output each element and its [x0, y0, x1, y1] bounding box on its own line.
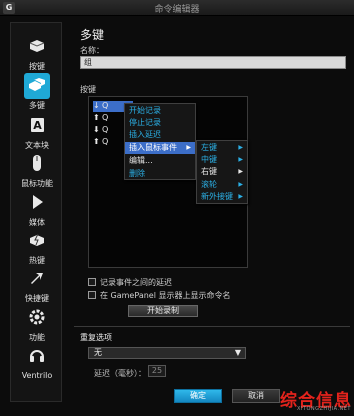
key-up-icon: ⬆	[93, 113, 100, 122]
repeat-options-label: 重复选项	[80, 333, 112, 342]
name-label: 名称：	[80, 46, 104, 55]
submenu-arrow-icon: ▶	[238, 144, 243, 151]
sidebar-item-label: 功能	[29, 333, 45, 342]
keys-label: 按键	[80, 85, 96, 94]
menu-item-insert-mouse-event[interactable]: 插入鼠标事件 ▶	[125, 142, 195, 154]
show-on-gamepanel-option[interactable]: 在 GamePanel 显示器上显示命令名	[88, 290, 230, 302]
sidebar-item-keystroke[interactable]: 按键	[11, 33, 63, 71]
key-label: Q	[102, 125, 109, 134]
checkbox-label: 记录事件之间的延迟	[100, 278, 172, 287]
menu-item-edit[interactable]: 编辑...	[125, 155, 195, 167]
sidebar-item-text-block[interactable]: A 文本块	[11, 112, 63, 150]
mouse-event-submenu: 左键 ▶ 中键 ▶ 右键 ▶ 滚轮 ▶ 新外接键 ▶	[196, 140, 248, 204]
menu-item-start-record[interactable]: 开始记录	[125, 105, 195, 117]
repeat-select[interactable]: 无 ▼	[88, 347, 246, 359]
key-up-icon: ⬆	[93, 137, 100, 146]
sidebar-item-label: Ventrilo	[21, 371, 53, 380]
repeat-select-value: 无	[94, 348, 102, 357]
key-down-icon: ↓	[93, 101, 100, 110]
start-recording-button[interactable]: 开始录制	[128, 305, 198, 317]
multikey-icon	[24, 73, 50, 99]
menu-item-label: 插入鼠标事件	[129, 143, 177, 152]
sidebar-item-hotkey[interactable]: 热键	[11, 227, 63, 265]
menu-item-label: 左键	[201, 143, 217, 152]
sidebar-item-shortcut[interactable]: 快捷键	[11, 265, 63, 303]
submenu-item-right[interactable]: 右键 ▶	[197, 166, 247, 178]
delay-field[interactable]: 25	[148, 365, 166, 377]
submenu-arrow-icon: ▶	[238, 193, 243, 200]
play-icon	[24, 190, 50, 216]
submenu-arrow-icon: ▶	[238, 181, 243, 188]
submenu-item-middle[interactable]: 中键 ▶	[197, 154, 247, 166]
sidebar-item-multikey[interactable]: 多键	[11, 72, 63, 110]
sidebar-item-label: 多键	[29, 101, 45, 110]
menu-item-stop-record[interactable]: 停止记录	[125, 117, 195, 129]
mouse-icon	[24, 151, 50, 177]
submenu-arrow-icon: ▶	[238, 168, 243, 175]
submenu-arrow-icon: ▶	[238, 156, 243, 163]
show-on-gamepanel-checkbox[interactable]	[88, 291, 96, 299]
delay-label: 延迟（毫秒）：	[94, 369, 146, 378]
svg-text:A: A	[33, 119, 42, 132]
key-label: Q	[102, 137, 109, 146]
key-label: Q	[102, 101, 109, 110]
record-delays-checkbox[interactable]	[88, 278, 96, 286]
submenu-item-extra-key[interactable]: 新外接键 ▶	[197, 191, 247, 203]
menu-item-insert-delay[interactable]: 插入延迟	[125, 129, 195, 141]
key-icon	[24, 34, 50, 60]
page-title: 多键	[80, 28, 105, 42]
ok-button[interactable]: 确定	[174, 389, 222, 403]
key-down-icon: ⬇	[93, 125, 100, 134]
sidebar-item-media[interactable]: 媒体	[11, 189, 63, 227]
text-block-icon: A	[24, 113, 50, 139]
menu-item-label: 中键	[201, 155, 217, 164]
menu-item-delete[interactable]: 删除	[125, 168, 195, 180]
chevron-down-icon: ▼	[234, 348, 241, 357]
sidebar-item-label: 快捷键	[25, 294, 49, 303]
divider	[74, 326, 350, 327]
sidebar-item-mouse-function[interactable]: 鼠标功能	[11, 150, 63, 188]
sidebar-item-label: 鼠标功能	[21, 179, 53, 188]
context-menu: 开始记录 停止记录 插入延迟 插入鼠标事件 ▶ 编辑... 删除	[124, 103, 196, 180]
title-bar: G 命令编辑器	[0, 0, 354, 16]
submenu-arrow-icon: ▶	[186, 144, 191, 151]
sidebar-item-function[interactable]: 功能	[11, 304, 63, 342]
sidebar-item-ventrilo[interactable]: Ventrilo	[11, 343, 63, 380]
key-label: Q	[102, 113, 109, 122]
site-watermark: 综合信息 XITONGZHIJIA.NET	[262, 386, 354, 416]
command-sidebar: 按键 多键 A 文本块 鼠标功能 媒体 热键 快捷键 功能 Ventrilo	[10, 22, 62, 402]
submenu-item-wheel[interactable]: 滚轮 ▶	[197, 179, 247, 191]
submenu-item-left[interactable]: 左键 ▶	[197, 142, 247, 154]
menu-item-label: 右键	[201, 167, 217, 176]
checkbox-label: 在 GamePanel 显示器上显示命令名	[100, 291, 231, 300]
record-delays-option[interactable]: 记录事件之间的延迟	[88, 277, 172, 289]
window-title: 命令编辑器	[154, 5, 200, 15]
gear-icon	[24, 305, 50, 331]
ventrilo-icon	[24, 344, 50, 370]
menu-item-label: 滚轮	[201, 180, 217, 189]
watermark-url: XITONGZHIJIA.NET	[297, 406, 351, 412]
name-field[interactable]: 组	[80, 56, 346, 69]
shortcut-arrow-icon	[24, 266, 50, 292]
hotkey-icon	[24, 228, 50, 254]
menu-item-label: 新外接键	[201, 192, 233, 201]
sidebar-item-label: 按键	[29, 62, 45, 71]
